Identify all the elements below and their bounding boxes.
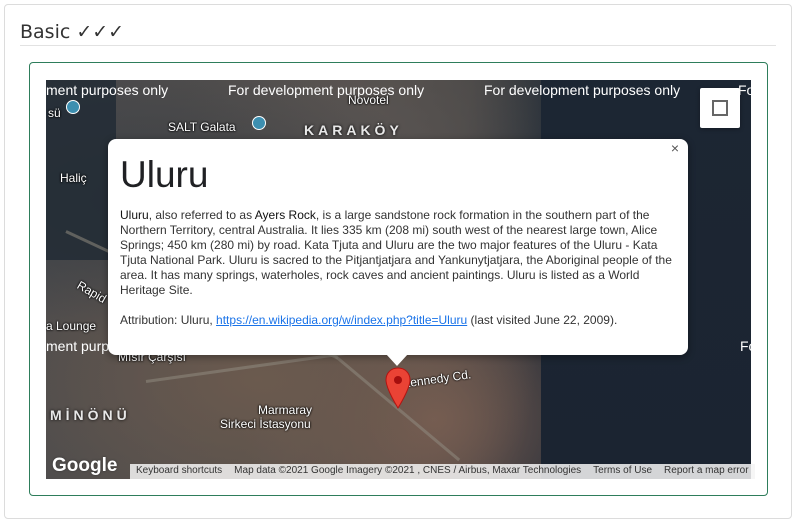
place-label: Kennedy Cd. [401,367,473,391]
map-marker-icon[interactable] [385,367,411,409]
info-body: Uluru, also referred to as Ayers Rock, i… [120,208,676,298]
attribution-suffix: (last visited June 22, 2009). [467,313,618,327]
info-window: × Uluru Uluru, also referred to as Ayers… [108,139,688,355]
dev-watermark: Fo [740,338,751,354]
poi-icon[interactable] [66,100,80,114]
place-label: a Lounge [46,319,97,333]
place-label: Rapid [74,278,109,306]
place-label: Novotel [348,93,389,107]
fullscreen-icon [720,100,728,108]
close-icon[interactable]: × [668,141,682,155]
body-lead: Uluru [120,208,149,222]
terms-link[interactable]: Terms of Use [587,464,658,479]
fullscreen-icon [712,100,720,108]
attribution: Attribution: Uluru, https://en.wikipedia… [120,313,676,327]
attribution-prefix: Attribution: Uluru, [120,313,217,327]
body-text: , also referred to as [148,208,255,222]
attribution-link[interactable]: https://en.wikipedia.org/w/index.php?tit… [216,313,467,327]
keyboard-shortcuts-link[interactable]: Keyboard shortcuts [130,464,228,479]
dev-watermark: ment purposes only [46,82,169,98]
district-label: KARAKÖY [304,122,403,138]
fullscreen-button[interactable] [700,88,740,128]
info-title: Uluru [120,154,209,195]
dev-watermark: For development purposes only [484,82,681,98]
map-data-text: Map data ©2021 Google Imagery ©2021 , CN… [234,465,582,476]
district-label: MİNÖNÜ [50,407,131,423]
google-logo: Google [52,455,118,476]
poi-icon[interactable] [252,116,266,130]
dev-watermark: ment purpo [46,338,117,354]
place-label: Sirkeci İstasyonu [220,417,311,431]
body-bold: Ayers Rock [254,208,316,222]
dev-watermark: For development purposes only [228,82,425,98]
title-divider [20,45,776,46]
map-attribution-bar: Keyboard shortcuts Map data ©2021 Google… [130,464,755,479]
section-title: Basic ✓✓✓ [20,21,125,43]
place-label: Marmaray [258,403,313,417]
place-label: SALT Galata [168,120,236,134]
report-error-link[interactable]: Report a map error [658,464,754,479]
place-label: sü [48,106,61,120]
info-window-tail [386,354,408,366]
fullscreen-icon [720,108,728,116]
place-label: Haliç [60,171,87,185]
fullscreen-icon [712,108,720,116]
